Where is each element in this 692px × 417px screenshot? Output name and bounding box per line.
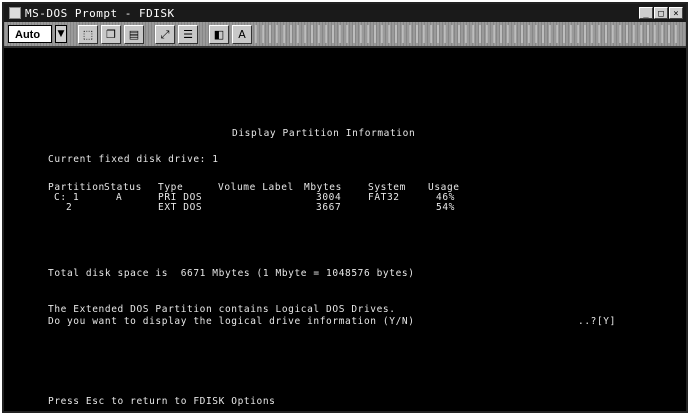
partition-cell: 2 xyxy=(66,202,73,213)
footer-instructions: Press Esc to return to FDISK Options xyxy=(48,396,276,407)
usage-cell: 54% xyxy=(436,202,455,213)
column-header-volume-label: Volume Label xyxy=(218,182,294,193)
window-controls: _ □ × xyxy=(639,7,683,19)
mbytes-cell: 3667 xyxy=(316,202,342,213)
toolbar-background xyxy=(255,25,680,43)
display-logical-drive-prompt: Do you want to display the logical drive… xyxy=(48,316,415,327)
close-button[interactable]: × xyxy=(669,7,683,19)
background-icon[interactable]: ◧ xyxy=(209,24,229,44)
type-cell: EXT DOS xyxy=(158,202,203,213)
maximize-button[interactable]: □ xyxy=(654,7,668,19)
prompt-answer-input[interactable]: ..?[Y] xyxy=(578,316,616,327)
toolbar: Auto ▼ ⬚ ❐ ▤ ⤢ ☰ ◧ A xyxy=(4,22,686,48)
window-title: MS-DOS Prompt - FDISK xyxy=(25,6,175,20)
title-bar[interactable]: MS-DOS Prompt - FDISK _ □ × xyxy=(4,4,686,22)
column-header-status: Status xyxy=(104,182,142,193)
properties-icon[interactable]: ☰ xyxy=(178,24,198,44)
copy-icon[interactable]: ❐ xyxy=(101,24,121,44)
page-title: Display Partition Information xyxy=(232,128,416,139)
console-output[interactable]: Display Partition Information Current fi… xyxy=(4,48,686,411)
current-drive-text: Current fixed disk drive: 1 xyxy=(48,154,219,165)
font-icon[interactable]: A xyxy=(232,24,252,44)
msdos-app-icon[interactable] xyxy=(9,7,21,19)
system-cell: FAT32 xyxy=(368,192,400,203)
msdos-window: MS-DOS Prompt - FDISK _ □ × Auto ▼ ⬚ ❐ ▤… xyxy=(2,2,688,413)
status-cell: A xyxy=(116,192,123,203)
mark-icon[interactable]: ⬚ xyxy=(78,24,98,44)
font-size-select[interactable]: Auto xyxy=(8,25,52,43)
total-disk-space-text: Total disk space is 6671 Mbytes (1 Mbyte… xyxy=(48,268,415,279)
fullscreen-icon[interactable]: ⤢ xyxy=(155,24,175,44)
extended-partition-text: The Extended DOS Partition contains Logi… xyxy=(48,304,396,315)
chevron-down-icon[interactable]: ▼ xyxy=(55,25,67,43)
paste-icon[interactable]: ▤ xyxy=(124,24,144,44)
minimize-button[interactable]: _ xyxy=(639,7,653,19)
